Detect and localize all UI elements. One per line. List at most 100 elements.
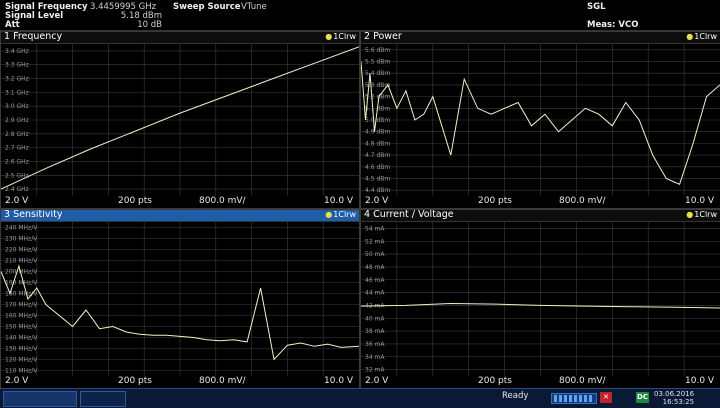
window-titlebar: 2 Power ●1Clrw <box>361 32 720 44</box>
ready-status: Ready <box>502 391 529 401</box>
trace-mode: 1Clrw <box>333 210 356 219</box>
date-text: 03.06.2016 <box>654 390 695 398</box>
y-tick-label: 110 MHz/V <box>5 368 38 375</box>
window-title: 3 Sensitivity <box>4 209 63 220</box>
sweep-points: 200 pts <box>118 196 152 206</box>
plot-area: 54 mA52 mA50 mA48 mA46 mA44 mA42 mA40 mA… <box>361 222 720 376</box>
y-tick-label: 44 mA <box>365 290 385 297</box>
trace-dot-icon: ● <box>686 210 694 219</box>
y-tick-label: 2.4 GHz <box>5 186 29 193</box>
x-end: 10.0 V <box>685 376 715 386</box>
y-tick-label: 4.4 dBm <box>365 187 390 194</box>
y-tick-label: 52 mA <box>365 238 385 245</box>
y-tick-label: 140 MHz/V <box>5 335 38 342</box>
sgl-indicator: SGL <box>587 2 606 12</box>
trace-dot-icon: ● <box>325 32 333 41</box>
att-label: Att <box>5 20 20 30</box>
measurement-header: Signal Frequency 3.4459995 GHz Signal Le… <box>0 0 720 40</box>
sweep-points: 200 pts <box>478 376 512 386</box>
sweep-points: 200 pts <box>118 376 152 386</box>
y-tick-label: 150 MHz/V <box>5 324 38 331</box>
datetime: 03.06.2016 16:53:25 <box>654 390 694 406</box>
window-frequency[interactable]: 1 Frequency ●1Clrw 3.4 GHz 3.3 GHz 3.2 GHz… <box>0 31 360 209</box>
x-axis-footer: 2.0 V 200 pts 800.0 mV/ 10.0 V <box>361 196 720 208</box>
x-start: 2.0 V <box>5 376 29 386</box>
y-tick-label: 5.5 dBm <box>365 59 390 66</box>
y-tick-label: 5.2 dBm <box>365 94 390 101</box>
y-tick-label: 40 mA <box>365 315 385 322</box>
y-tick-label: 2.9 GHz <box>5 117 29 124</box>
progress-indicator <box>551 393 597 404</box>
y-tick-label: 2.6 GHz <box>5 158 29 165</box>
window-titlebar: 3 Sensitivity ●1Clrw <box>1 210 359 222</box>
y-tick-label: 3.1 GHz <box>5 89 29 96</box>
window-titlebar: 1 Frequency ●1Clrw <box>1 32 359 44</box>
y-tick-label: 38 mA <box>365 328 385 335</box>
y-tick-label: 3.3 GHz <box>5 62 29 69</box>
channel-tab[interactable] <box>80 391 126 407</box>
trace-indicator: ●1Clrw <box>686 32 717 41</box>
window-power[interactable]: 2 Power ●1Clrw 5.6 dBm 5.5 dBm 5.4 dBm 5.3 … <box>360 31 720 209</box>
time-text: 16:53:25 <box>662 398 695 406</box>
y-tick-label: 4.7 dBm <box>365 152 390 159</box>
plot-area: 240 MHz/V230 MHz/V220 MHz/V210 MHz/V200 … <box>1 222 359 376</box>
trace-mode: 1Clrw <box>694 32 717 41</box>
window-sensitivity[interactable]: 3 Sensitivity ●1Clrw 240 MHz/V 230 MHz/V 2… <box>0 209 360 389</box>
status-bar: Ready ✕ DC 03.06.2016 16:53:25 <box>0 388 720 408</box>
y-tick-label: 160 MHz/V <box>5 313 38 320</box>
trace-indicator: ●1Clrw <box>325 32 356 41</box>
x-step: 800.0 mV/ <box>559 196 606 206</box>
x-step: 800.0 mV/ <box>199 196 246 206</box>
trace-indicator: ●1Clrw <box>686 210 717 219</box>
y-tick-label: 4.9 dBm <box>365 129 390 136</box>
y-tick-label: 5.6 dBm <box>365 47 390 54</box>
x-start: 2.0 V <box>5 196 29 206</box>
y-tick-label: 3.2 GHz <box>5 76 29 83</box>
x-axis-footer: 2.0 V 200 pts 800.0 mV/ 10.0 V <box>361 376 720 388</box>
y-tick-label: 32 mA <box>365 367 385 374</box>
plot-area: 3.4 GHz 3.3 GHz 3.2 GHz 3.1 GHz 3.0 GHz 2.9 G… <box>1 44 359 196</box>
sweep-points: 200 pts <box>478 196 512 206</box>
y-tick-label: 54 mA <box>365 225 385 232</box>
trace-mode: 1Clrw <box>694 210 717 219</box>
y-tick-label: 4.5 dBm <box>365 175 390 182</box>
trace-dot-icon: ● <box>686 32 694 41</box>
window-titlebar: 4 Current / Voltage ●1Clrw <box>361 210 720 222</box>
y-tick-label: 130 MHz/V <box>5 346 38 353</box>
y-tick-label: 50 mA <box>365 251 385 258</box>
window-title: 1 Frequency <box>4 31 63 42</box>
x-end: 10.0 V <box>685 196 715 206</box>
y-tick-label: 120 MHz/V <box>5 357 38 364</box>
x-end: 10.0 V <box>324 196 354 206</box>
window-title: 2 Power <box>364 31 402 42</box>
dc-coupling-badge: DC <box>636 392 649 403</box>
att-value: 10 dB <box>137 20 162 30</box>
x-axis-footer: 2.0 V 200 pts 800.0 mV/ 10.0 V <box>1 196 359 208</box>
y-tick-label: 5.4 dBm <box>365 70 390 77</box>
channel-tab[interactable] <box>3 391 77 407</box>
x-end: 10.0 V <box>324 376 354 386</box>
window-current-voltage[interactable]: 4 Current / Voltage ●1Clrw 54 mA 52 mA 50 … <box>360 209 720 389</box>
y-tick-label: 46 mA <box>365 277 385 284</box>
y-tick-label: 36 mA <box>365 341 385 348</box>
y-tick-label: 3.0 GHz <box>5 103 29 110</box>
x-start: 2.0 V <box>365 376 389 386</box>
x-step: 800.0 mV/ <box>199 376 246 386</box>
y-tick-label: 230 MHz/V <box>5 236 38 243</box>
y-tick-label: 210 MHz/V <box>5 258 38 265</box>
y-tick-label: 170 MHz/V <box>5 302 38 309</box>
x-start: 2.0 V <box>365 196 389 206</box>
plot-area: 5.6 dBm5.5 dBm5.4 dBm5.3 dBm5.2 dBm5.1 d… <box>361 44 720 196</box>
y-tick-label: 190 MHz/V <box>5 280 38 287</box>
y-tick-label: 4.6 dBm <box>365 164 390 171</box>
error-close-icon[interactable]: ✕ <box>600 392 612 403</box>
trace-mode: 1Clrw <box>333 32 356 41</box>
y-tick-label: 34 mA <box>365 354 385 361</box>
y-tick-label: 4.8 dBm <box>365 140 390 147</box>
trace-indicator: ●1Clrw <box>325 210 356 219</box>
y-tick-label: 5.0 dBm <box>365 117 390 124</box>
sweep-source-value: VTune <box>241 2 267 12</box>
x-axis-footer: 2.0 V 200 pts 800.0 mV/ 10.0 V <box>1 376 359 388</box>
y-tick-label: 240 MHz/V <box>5 225 38 232</box>
sweep-source-label: Sweep Source <box>173 2 241 12</box>
